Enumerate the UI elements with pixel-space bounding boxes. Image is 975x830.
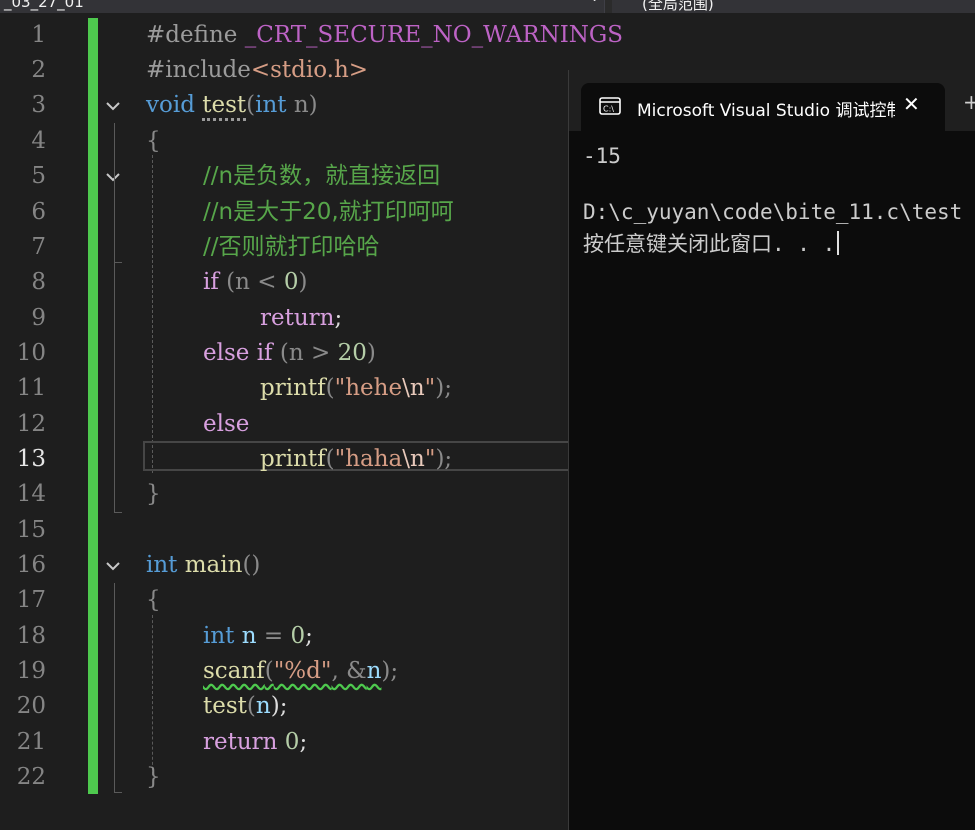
collapse-chevron-icon[interactable] — [104, 168, 122, 186]
console-output-line: D:\c_yuyan\code\bite_11.c\test — [583, 200, 963, 224]
code-line-16: int main() — [146, 552, 261, 578]
code-line-1: #define _CRT_SECURE_NO_WARNINGS — [146, 22, 624, 48]
code-line-20: test(n); — [203, 693, 288, 719]
scope-dropdown[interactable]: (全局范围) — [612, 0, 975, 13]
line-number: 22 — [16, 764, 46, 790]
code-line-12: else — [203, 411, 250, 437]
line-number: 5 — [31, 163, 46, 189]
line-number: 3 — [31, 92, 46, 118]
line-number: 7 — [31, 234, 46, 260]
console-output-line: -15 — [583, 144, 621, 168]
line-number: 2 — [31, 57, 46, 83]
line-number-current: 13 — [16, 446, 46, 472]
console-tab-title: Microsoft Visual Studio 调试控制台 — [637, 101, 895, 121]
change-tracking-bar — [88, 18, 98, 794]
line-number: 21 — [16, 729, 46, 755]
console-tab-bar: C:\ Microsoft Visual Studio 调试控制台 ✕ + — [569, 70, 975, 131]
indent-guide — [152, 615, 153, 775]
code-line-8: if (n < 0) — [203, 269, 308, 295]
indent-guide — [152, 155, 153, 473]
project-dropdown-value: _03_27_01 — [4, 0, 84, 11]
code-line-19: scanf("%d", &n); — [203, 658, 399, 684]
line-number: 18 — [16, 623, 46, 649]
code-line-3: void test(int n) — [146, 88, 318, 123]
line-number: 12 — [16, 411, 46, 437]
line-number: 15 — [16, 517, 46, 543]
scope-dropdown-value: (全局范围) — [642, 0, 714, 13]
code-line-6: //n是大于20,就打印呵呵 — [203, 199, 454, 225]
line-number: 9 — [31, 305, 46, 331]
code-line-11: printf("hehe\n"); — [260, 375, 452, 401]
chevron-down-icon[interactable]: ⌄ — [590, 0, 599, 4]
outline-guide-end — [114, 262, 122, 263]
line-number: 20 — [16, 693, 46, 719]
code-line-2: #include<stdio.h> — [146, 57, 369, 83]
code-line-18: int n = 0; — [203, 623, 313, 649]
text-cursor — [837, 231, 840, 255]
line-number: 6 — [31, 199, 46, 225]
close-icon[interactable]: ✕ — [903, 92, 920, 116]
new-tab-icon[interactable]: + — [963, 90, 975, 114]
line-number: 8 — [31, 269, 46, 295]
code-line-9: return; — [260, 305, 343, 331]
editor-navigation-bar: _03_27_01 ⌄ (全局范围) — [0, 0, 975, 13]
code-line-5: //n是负数，就直接返回 — [203, 163, 441, 189]
line-number: 14 — [16, 481, 46, 507]
debug-console-window[interactable]: C:\ Microsoft Visual Studio 调试控制台 ✕ + -1… — [568, 70, 975, 830]
outline-guide-end — [114, 792, 122, 793]
outline-guide-end — [114, 512, 122, 513]
code-line-7: //否则就打印哈哈 — [203, 234, 380, 260]
code-line-14: } — [146, 481, 161, 507]
line-number: 16 — [16, 552, 46, 578]
console-output-line: 按任意键关闭此窗口. . . — [583, 228, 840, 258]
code-line-10: else if (n > 20) — [203, 340, 376, 366]
svg-text:C:\: C:\ — [603, 105, 614, 114]
console-tab[interactable]: C:\ Microsoft Visual Studio 调试控制台 ✕ — [581, 83, 945, 131]
code-line-17: { — [146, 587, 161, 613]
line-number: 17 — [16, 587, 46, 613]
line-number: 19 — [16, 658, 46, 684]
line-number: 10 — [16, 340, 46, 366]
line-number: 4 — [31, 128, 46, 154]
code-line-13: printf("haha\n"); — [260, 446, 453, 472]
outline-guide — [114, 193, 115, 263]
outline-guide — [114, 583, 115, 793]
line-number: 1 — [31, 22, 46, 48]
code-line-21: return 0; — [203, 729, 308, 755]
outline-guide — [114, 123, 115, 513]
project-dropdown[interactable]: _03_27_01 — [0, 0, 605, 13]
code-line-4: { — [146, 128, 161, 154]
code-line-22: } — [146, 764, 161, 790]
console-app-icon: C:\ — [599, 97, 621, 115]
collapse-chevron-icon[interactable] — [104, 97, 122, 115]
line-number: 11 — [16, 375, 46, 401]
collapse-chevron-icon[interactable] — [104, 557, 122, 575]
